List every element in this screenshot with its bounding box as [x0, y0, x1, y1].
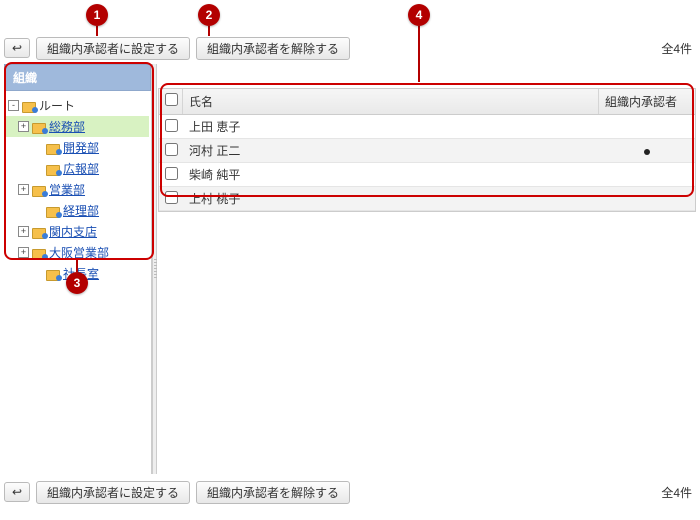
row-checkbox[interactable] [165, 191, 178, 204]
approver-dot-icon [644, 149, 650, 155]
tree-node-label[interactable]: 開発部 [63, 139, 99, 156]
row-approver [599, 124, 695, 130]
tree-toggle-icon[interactable]: + [18, 121, 29, 132]
select-all-checkbox[interactable] [165, 93, 178, 106]
row-name: 河村 正二 [183, 139, 599, 162]
tree-root[interactable]: - ルート [6, 95, 149, 116]
callout-4: 4 [408, 4, 430, 26]
tree-node-label[interactable]: 関内支店 [49, 223, 97, 240]
tree-node-label[interactable]: 大阪営業部 [49, 244, 109, 261]
tree-root-label[interactable]: ルート [39, 97, 75, 114]
row-name: 柴崎 純平 [183, 163, 599, 186]
tree-toggle-icon[interactable]: + [18, 247, 29, 258]
record-count-bottom: 全4件 [661, 484, 696, 501]
back-button-bottom[interactable]: ↩ [4, 482, 30, 502]
tree-node-kannai[interactable]: + 関内支店 [6, 221, 149, 242]
table-row[interactable]: 上村 桃子 [159, 187, 695, 211]
org-folder-icon [46, 205, 60, 217]
grid-header-checkbox[interactable] [159, 89, 183, 114]
row-checkbox[interactable] [165, 167, 178, 180]
unset-approver-button-bottom[interactable]: 組織内承認者を解除する [196, 481, 350, 504]
row-name: 上田 恵子 [183, 115, 599, 138]
callout-1: 1 [86, 4, 108, 26]
record-count-top: 全4件 [661, 40, 696, 57]
org-folder-icon [46, 268, 60, 280]
org-folder-icon [32, 184, 46, 196]
table-row[interactable]: 河村 正二 [159, 139, 695, 163]
org-folder-icon [32, 247, 46, 259]
toolbar-top: ↩ 組織内承認者に設定する 組織内承認者を解除する 全4件 [4, 36, 696, 60]
tree-node-label[interactable]: 営業部 [49, 181, 85, 198]
callout-3: 3 [66, 272, 88, 294]
toolbar-bottom: ↩ 組織内承認者に設定する 組織内承認者を解除する 全4件 [4, 480, 696, 504]
splitter[interactable] [152, 64, 157, 474]
grid-header-approver[interactable]: 組織内承認者 [599, 89, 695, 114]
back-button[interactable]: ↩ [4, 38, 30, 58]
grid-header: 氏名 組織内承認者 [159, 89, 695, 115]
callout-4-stem [418, 26, 420, 82]
set-approver-button-bottom[interactable]: 組織内承認者に設定する [36, 481, 190, 504]
tree-node-kouhou[interactable]: 広報部 [6, 158, 149, 179]
org-folder-icon [46, 142, 60, 154]
tree-node-soumu[interactable]: + 総務部 [6, 116, 149, 137]
tree-node-keiri[interactable]: 経理部 [6, 200, 149, 221]
row-checkbox[interactable] [165, 119, 178, 132]
tree-node-kaihatsu[interactable]: 開発部 [6, 137, 149, 158]
row-approver [599, 196, 695, 202]
tree-toggle-blank [32, 163, 43, 174]
unset-approver-button[interactable]: 組織内承認者を解除する [196, 37, 350, 60]
table-row[interactable]: 柴崎 純平 [159, 163, 695, 187]
tree-node-label[interactable]: 広報部 [63, 160, 99, 177]
callout-1-stem [96, 26, 98, 36]
table-row[interactable]: 上田 恵子 [159, 115, 695, 139]
tree-node-eigyou[interactable]: + 営業部 [6, 179, 149, 200]
tree-node-label[interactable]: 総務部 [49, 118, 85, 135]
grid-header-name[interactable]: 氏名 [183, 89, 599, 114]
tree-toggle-blank [32, 205, 43, 216]
sidebar-title: 組織 [4, 64, 151, 91]
callout-3-stem [76, 260, 78, 272]
tree-node-label[interactable]: 経理部 [63, 202, 99, 219]
org-folder-icon [32, 226, 46, 238]
row-checkbox[interactable] [165, 143, 178, 156]
tree-toggle-icon[interactable]: - [8, 100, 19, 111]
tree-toggle-icon[interactable]: + [18, 184, 29, 195]
main-area: 氏名 組織内承認者 上田 恵子 河村 正二 柴崎 純平 上村 桃子 [158, 64, 696, 474]
org-folder-icon [22, 100, 36, 112]
row-approver [599, 172, 695, 178]
org-tree: - ルート + 総務部 開発部 広報部 + 営業部 [4, 91, 151, 288]
tree-toggle-blank [32, 142, 43, 153]
org-folder-icon [46, 163, 60, 175]
tree-toggle-icon[interactable]: + [18, 226, 29, 237]
org-sidebar: 組織 - ルート + 総務部 開発部 広報部 [4, 64, 152, 474]
row-approver [599, 141, 695, 161]
row-name: 上村 桃子 [183, 187, 599, 210]
tree-toggle-blank [32, 268, 43, 279]
set-approver-button[interactable]: 組織内承認者に設定する [36, 37, 190, 60]
member-grid: 氏名 組織内承認者 上田 恵子 河村 正二 柴崎 純平 上村 桃子 [158, 88, 696, 212]
callout-2-stem [208, 26, 210, 36]
callout-2: 2 [198, 4, 220, 26]
org-folder-icon [32, 121, 46, 133]
